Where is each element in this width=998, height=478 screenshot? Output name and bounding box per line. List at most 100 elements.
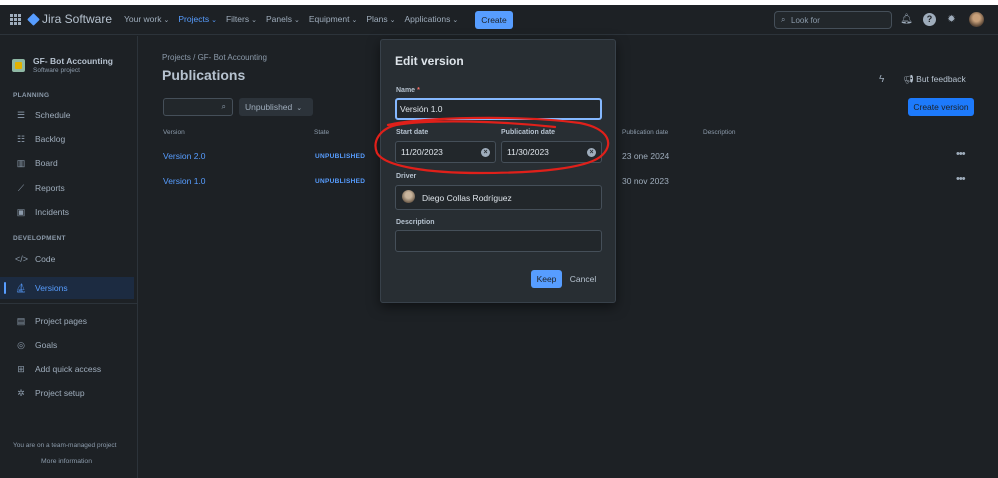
- status-filter-value: Unpublished: [245, 102, 293, 112]
- sidebar-divider: [0, 303, 138, 304]
- status-filter-select[interactable]: Unpublished ⌄: [239, 98, 313, 116]
- status-badge[interactable]: UNPUBLISHED: [315, 153, 365, 160]
- nav-label: Your work: [124, 14, 162, 24]
- jira-logo[interactable]: Jira Software: [27, 12, 113, 26]
- chevron-down-icon: ⌄: [452, 17, 459, 24]
- clear-icon[interactable]: ×: [481, 148, 490, 157]
- sidebar-item-label: Goals: [35, 340, 58, 350]
- nav-label: Equipment: [308, 14, 350, 24]
- sidebar-item-project-setup[interactable]: ✲ Project setup: [0, 382, 134, 404]
- nav-label: Projects: [178, 14, 210, 24]
- column-header-state[interactable]: State: [314, 129, 329, 136]
- more-actions-icon[interactable]: •••: [956, 148, 966, 160]
- column-header-publication-date[interactable]: Publication date: [622, 129, 668, 136]
- nav-filters[interactable]: Filters ⌄: [226, 14, 257, 24]
- project-type: Software project: [33, 67, 80, 74]
- version-link[interactable]: Version 1.0: [163, 176, 206, 186]
- sidebar-item-label: Project setup: [35, 388, 85, 398]
- chevron-down-icon: ⌄: [293, 17, 300, 24]
- name-value: Versión 1.0: [400, 104, 443, 114]
- chevron-down-icon: ⌄: [296, 105, 303, 112]
- version-search-input[interactable]: ⌕: [163, 98, 233, 116]
- nav-your-work[interactable]: Your work ⌄: [124, 14, 169, 24]
- sidebar-item-versions[interactable]: ⛵︎ Versions: [0, 277, 134, 299]
- column-header-version[interactable]: Version: [163, 129, 185, 136]
- driver-avatar: [402, 190, 415, 203]
- publication-date-field[interactable]: 11/30/2023 ×: [501, 141, 602, 163]
- sidebar-item-label: Versions: [35, 283, 68, 293]
- project-name: GF- Bot Accounting: [33, 56, 113, 66]
- search-input[interactable]: [791, 13, 887, 27]
- development-header: DEVELOPMENT: [13, 235, 66, 242]
- start-date-label: Start date: [396, 129, 429, 136]
- sidebar: GF- Bot Accounting Software project PLAN…: [0, 36, 138, 478]
- help-icon[interactable]: ?: [923, 13, 936, 26]
- sidebar-item-schedule[interactable]: ☰ Schedule: [0, 104, 134, 126]
- reports-icon: ⟋: [17, 182, 25, 193]
- search-field[interactable]: ⌕: [774, 11, 892, 29]
- keep-button[interactable]: Keep: [531, 270, 562, 288]
- sidebar-item-board[interactable]: ▥ Board: [0, 152, 134, 174]
- search-icon: ⌕: [781, 15, 786, 24]
- nav-equipment[interactable]: Equipment ⌄: [309, 14, 358, 24]
- name-field[interactable]: Versión 1.0: [395, 98, 602, 120]
- sidebar-item-reports[interactable]: ⟋ Reports: [0, 177, 134, 199]
- top-navigation: Jira Software Your work ⌄ Projects ⌄ Filte…: [0, 5, 998, 35]
- status-badge[interactable]: UNPUBLISHED: [315, 178, 365, 185]
- more-actions-icon[interactable]: •••: [956, 173, 966, 185]
- start-date-field[interactable]: 11/20/2023 ×: [395, 141, 496, 163]
- breadcrumb[interactable]: Projects / GF- Bot Accounting: [162, 53, 267, 62]
- create-button[interactable]: Create: [475, 11, 513, 29]
- automation-icon[interactable]: ϟ: [879, 74, 884, 85]
- sidebar-item-label: Schedule: [35, 110, 71, 120]
- sidebar-item-add-quick-access[interactable]: ⊞ Add quick access: [0, 358, 134, 380]
- sidebar-item-label: Incidents: [35, 207, 70, 217]
- app-switcher-icon[interactable]: [10, 14, 21, 25]
- driver-label: Driver: [396, 173, 417, 180]
- feedback-label: But feedback: [916, 74, 966, 84]
- app-name: Jira Software: [42, 12, 113, 26]
- project-avatar-icon: [12, 59, 25, 72]
- chevron-down-icon: ⌄: [211, 17, 217, 24]
- give-feedback-button[interactable]: 📢︎ But feedback: [903, 74, 966, 85]
- nav-label: Plans: [366, 14, 388, 24]
- nav-label: Filters: [225, 14, 250, 24]
- nav-label: Applications: [404, 14, 451, 24]
- dialog-title: Edit version: [395, 54, 464, 68]
- description-field[interactable]: [395, 230, 602, 252]
- incidents-icon: ▣: [16, 206, 26, 217]
- name-label-text: Name: [396, 87, 416, 94]
- cancel-button[interactable]: Cancel: [568, 270, 598, 288]
- sidebar-item-backlog[interactable]: ☷ Backlog: [0, 128, 134, 150]
- start-date-value: 11/20/2023: [401, 147, 443, 157]
- driver-field[interactable]: Diego Collas Rodríguez: [395, 185, 602, 210]
- create-version-button[interactable]: Create version: [908, 98, 974, 116]
- column-header-description[interactable]: Description: [703, 129, 736, 136]
- clear-icon[interactable]: ×: [587, 148, 596, 157]
- sidebar-item-label: Code: [35, 254, 56, 264]
- settings-gear-icon[interactable]: ✹: [945, 13, 958, 26]
- team-managed-note: You are on a team-managed project: [13, 442, 117, 449]
- timeline-icon: ☰: [16, 109, 26, 120]
- sidebar-item-project-pages[interactable]: ▤ Project pages: [0, 310, 134, 332]
- edit-version-dialog: Edit version Name * Versión 1.0 Start dat…: [380, 39, 616, 303]
- sidebar-item-code[interactable]: </> Code: [0, 248, 134, 270]
- sidebar-item-label: Board: [35, 158, 58, 168]
- nav-panels[interactable]: Panels ⌄: [266, 14, 300, 24]
- publication-date: 23 one 2024: [622, 151, 670, 161]
- add-shortcut-icon: ⊞: [17, 363, 25, 374]
- nav-plans[interactable]: Plans ⌄: [366, 14, 395, 24]
- nav-applications[interactable]: Applications ⌄: [405, 14, 459, 24]
- nav-label: Panels: [265, 14, 292, 24]
- sidebar-item-goals[interactable]: ◎ Goals: [0, 334, 134, 356]
- driver-value: Diego Collas Rodríguez: [422, 193, 512, 203]
- notifications-icon[interactable]: 🔔︎: [900, 13, 913, 26]
- backlog-icon: ☷: [16, 133, 26, 144]
- nav-projects[interactable]: Projects ⌄: [178, 14, 217, 24]
- required-marker: *: [417, 87, 420, 94]
- version-link[interactable]: Version 2.0: [163, 151, 206, 161]
- user-avatar[interactable]: [969, 12, 984, 27]
- sidebar-item-incidents[interactable]: ▣ Incidents: [0, 201, 134, 223]
- more-information-link[interactable]: More information: [41, 458, 92, 465]
- megaphone-icon: 📢︎: [903, 74, 917, 84]
